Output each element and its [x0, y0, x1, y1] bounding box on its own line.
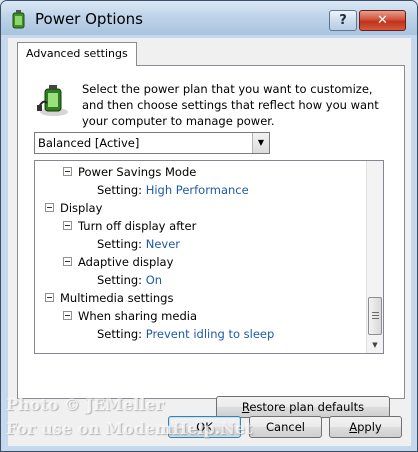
power-plan-battery-icon: [37, 85, 68, 116]
grip-line: [372, 312, 379, 313]
vertical-scrollbar[interactable]: ▼: [366, 161, 383, 353]
tree-item-when-sharing-media[interactable]: When sharing media: [63, 307, 197, 325]
tree-item-label: When sharing media: [78, 309, 197, 323]
settings-tree[interactable]: Power Savings Mode Setting: High Perform…: [34, 160, 384, 354]
restore-plan-defaults-button[interactable]: Restore plan defaults: [216, 396, 390, 418]
description-text: Select the power plan that you want to c…: [82, 82, 379, 128]
help-button[interactable]: ?: [329, 10, 357, 31]
power-plan-selected-value: Balanced [Active]: [38, 136, 140, 150]
ok-button[interactable]: OK: [168, 416, 241, 438]
collapse-icon[interactable]: [45, 293, 54, 302]
setting-value-link[interactable]: Never: [146, 237, 180, 251]
setting-prefix: Setting:: [97, 327, 143, 341]
close-button[interactable]: ✕: [359, 10, 406, 31]
power-plan-dropdown[interactable]: Balanced [Active] ▼: [34, 132, 270, 154]
tab-advanced-settings[interactable]: Advanced settings: [17, 42, 137, 66]
apply-button[interactable]: Apply: [329, 416, 402, 438]
scrollbar-thumb[interactable]: [368, 297, 382, 335]
collapse-icon[interactable]: [45, 203, 54, 212]
chevron-down-icon[interactable]: ▼: [252, 133, 269, 153]
setting-row[interactable]: Setting: High Performance: [97, 181, 249, 199]
setting-row[interactable]: Setting: Never: [97, 235, 180, 253]
grip-line: [372, 315, 379, 316]
collapse-icon[interactable]: [63, 167, 72, 176]
tree-item-label: Adaptive display: [78, 255, 174, 269]
tree-item-adaptive-display[interactable]: Adaptive display: [63, 253, 173, 271]
tree-item-display[interactable]: Display: [45, 199, 102, 217]
tree-item-turn-off-display[interactable]: Turn off display after: [63, 217, 196, 235]
scroll-down-icon[interactable]: ▼: [367, 337, 383, 353]
setting-value-link[interactable]: High Performance: [146, 183, 249, 197]
tree-item-multimedia-settings[interactable]: Multimedia settings: [45, 289, 173, 307]
accelerator-key: A: [349, 420, 358, 434]
tree-item-label: Power Savings Mode: [78, 165, 197, 179]
setting-prefix: Setting:: [97, 237, 143, 251]
tree-item-label: Display: [60, 201, 103, 215]
button-label: pply: [357, 420, 382, 434]
advanced-settings-panel: Select the power plan that you want to c…: [17, 65, 405, 418]
title-bar[interactable]: Power Options ? ✕: [1, 1, 417, 35]
button-label: estore plan defaults: [249, 400, 365, 414]
window-title: Power Options: [35, 10, 143, 28]
tree-item-label: Turn off display after: [78, 219, 197, 233]
setting-prefix: Setting:: [97, 273, 143, 287]
setting-row[interactable]: Setting: Prevent idling to sleep: [97, 325, 274, 343]
power-options-window: Power Options ? ✕ Advanced settings Sele…: [0, 0, 418, 452]
setting-value-link[interactable]: Prevent idling to sleep: [146, 327, 275, 341]
collapse-icon[interactable]: [63, 221, 72, 230]
setting-value-link[interactable]: On: [146, 273, 162, 287]
setting-row[interactable]: Setting: On: [97, 271, 162, 289]
setting-prefix: Setting:: [97, 183, 143, 197]
tree-item-power-savings-mode[interactable]: Power Savings Mode: [63, 163, 196, 181]
tree-item-label: Multimedia settings: [60, 291, 174, 305]
cancel-button[interactable]: Cancel: [249, 416, 322, 438]
collapse-icon[interactable]: [63, 311, 72, 320]
grip-line: [372, 318, 379, 319]
collapse-icon[interactable]: [63, 257, 72, 266]
dialog-client-area: Advanced settings Select the power plan …: [8, 38, 411, 446]
battery-plug-icon: [12, 10, 25, 29]
